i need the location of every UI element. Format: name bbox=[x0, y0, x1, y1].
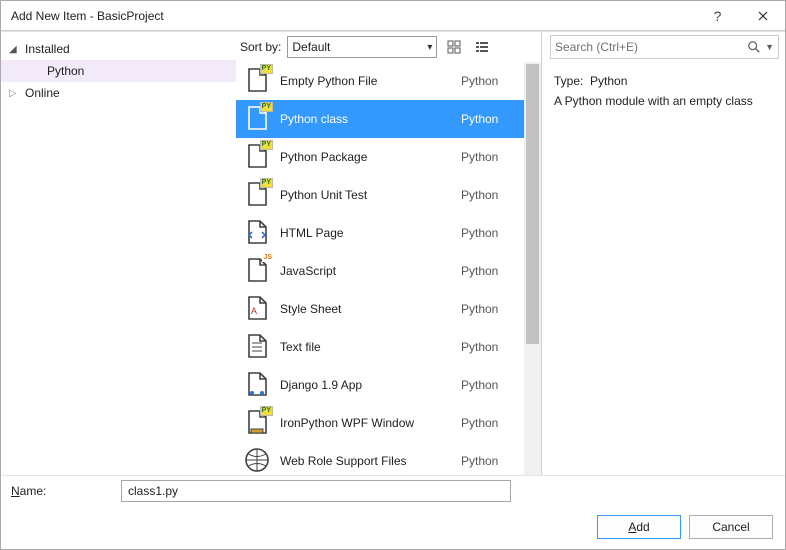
svg-text:A: A bbox=[251, 306, 257, 316]
template-language: Python bbox=[461, 340, 516, 354]
scrollbar[interactable] bbox=[524, 62, 541, 475]
template-language: Python bbox=[461, 264, 516, 278]
expander-icon[interactable] bbox=[9, 44, 19, 55]
view-small-icons-button[interactable] bbox=[471, 36, 493, 58]
cancel-button[interactable]: Cancel bbox=[689, 515, 773, 539]
template-name: JavaScript bbox=[280, 264, 451, 278]
template-name: HTML Page bbox=[280, 226, 451, 240]
sort-dropdown[interactable]: Default bbox=[287, 36, 437, 58]
template-item[interactable]: PY Python Unit Test Python bbox=[236, 176, 524, 214]
detail-type-value: Python bbox=[590, 74, 627, 88]
template-item[interactable]: PY Python Package Python bbox=[236, 138, 524, 176]
help-button[interactable]: ? bbox=[695, 1, 740, 31]
template-name: Style Sheet bbox=[280, 302, 451, 316]
file-icon: A bbox=[244, 296, 270, 322]
file-icon: PY bbox=[244, 182, 270, 208]
template-item[interactable]: Web Role Support Files Python bbox=[236, 442, 524, 475]
template-language: Python bbox=[461, 302, 516, 316]
name-input[interactable]: class1.py bbox=[121, 480, 511, 502]
dialog-footer: Add Cancel bbox=[1, 505, 785, 549]
template-name: Python Package bbox=[280, 150, 451, 164]
template-item[interactable]: PY Empty Python File Python bbox=[236, 62, 524, 100]
template-item[interactable]: JS JavaScript Python bbox=[236, 252, 524, 290]
tree-label: Installed bbox=[23, 42, 70, 56]
expander-icon[interactable] bbox=[9, 88, 19, 99]
help-icon: ? bbox=[714, 8, 722, 24]
sort-value: Default bbox=[292, 40, 330, 54]
name-bar: Name: class1.py bbox=[1, 475, 785, 505]
scrollbar-thumb[interactable] bbox=[526, 64, 539, 344]
template-name: IronPython WPF Window bbox=[280, 416, 451, 430]
category-tree: Installed Python Online bbox=[1, 32, 236, 475]
view-medium-icons-button[interactable] bbox=[443, 36, 465, 58]
detail-type-row: Type: Python bbox=[554, 74, 773, 88]
template-language: Python bbox=[461, 454, 516, 468]
list-toolbar: Sort by: Default bbox=[236, 32, 541, 62]
search-input[interactable]: Search (Ctrl+E) ▼ bbox=[550, 35, 779, 59]
template-name: Text file bbox=[280, 340, 451, 354]
close-icon bbox=[758, 11, 768, 21]
template-name: Python class bbox=[280, 112, 451, 126]
template-language: Python bbox=[461, 112, 516, 126]
template-name: Django 1.9 App bbox=[280, 378, 451, 392]
detail-type-label: Type: bbox=[554, 74, 583, 88]
template-item[interactable]: Text file Python bbox=[236, 328, 524, 366]
template-language: Python bbox=[461, 74, 516, 88]
template-panel: Sort by: Default PY Empty Python File Pyth… bbox=[236, 32, 541, 475]
search-placeholder: Search (Ctrl+E) bbox=[555, 40, 747, 54]
template-item[interactable]: HTML Page Python bbox=[236, 214, 524, 252]
template-name: Python Unit Test bbox=[280, 188, 451, 202]
file-icon: JS bbox=[244, 258, 270, 284]
file-icon: PY bbox=[244, 106, 270, 132]
file-icon bbox=[244, 372, 270, 398]
grid-icon bbox=[447, 40, 461, 54]
name-label: Name: bbox=[11, 484, 111, 498]
template-language: Python bbox=[461, 188, 516, 202]
search-toolbar: Search (Ctrl+E) ▼ bbox=[542, 32, 785, 62]
detail-description: A Python module with an empty class bbox=[554, 94, 773, 108]
name-value: class1.py bbox=[128, 484, 178, 498]
template-item[interactable]: A Style Sheet Python bbox=[236, 290, 524, 328]
details-panel: Search (Ctrl+E) ▼ Type: Python A Python … bbox=[541, 32, 785, 475]
file-icon bbox=[244, 334, 270, 360]
search-dropdown-icon[interactable]: ▼ bbox=[761, 42, 774, 52]
tree-python[interactable]: Python bbox=[1, 60, 236, 82]
template-item[interactable]: PY IronPython WPF Window Python bbox=[236, 404, 524, 442]
template-list: PYEmpty Python FilePythonPYPython classP… bbox=[236, 62, 541, 475]
titlebar: Add New Item - BasicProject ? bbox=[1, 1, 785, 31]
file-icon bbox=[244, 220, 270, 246]
template-item[interactable]: Django 1.9 App Python bbox=[236, 366, 524, 404]
file-icon: PY bbox=[244, 410, 270, 436]
sort-label: Sort by: bbox=[240, 40, 281, 54]
tree-label: Python bbox=[45, 64, 84, 78]
template-language: Python bbox=[461, 226, 516, 240]
file-icon bbox=[244, 448, 270, 474]
template-name: Empty Python File bbox=[280, 74, 451, 88]
tree-label: Online bbox=[23, 86, 60, 100]
file-icon: PY bbox=[244, 144, 270, 170]
template-name: Web Role Support Files bbox=[280, 454, 451, 468]
window-title: Add New Item - BasicProject bbox=[11, 9, 695, 23]
close-button[interactable] bbox=[740, 1, 785, 31]
main-columns: Installed Python Online Sort by: Default… bbox=[1, 31, 785, 475]
template-language: Python bbox=[461, 378, 516, 392]
tree-online[interactable]: Online bbox=[1, 82, 236, 104]
file-icon: PY bbox=[244, 68, 270, 94]
list-icon bbox=[475, 40, 489, 54]
tree-installed[interactable]: Installed bbox=[1, 38, 236, 60]
search-icon bbox=[747, 40, 761, 54]
details-content: Type: Python A Python module with an emp… bbox=[542, 62, 785, 126]
add-button[interactable]: Add bbox=[597, 515, 681, 539]
template-language: Python bbox=[461, 416, 516, 430]
template-language: Python bbox=[461, 150, 516, 164]
template-item[interactable]: PY Python class Python bbox=[236, 100, 524, 138]
